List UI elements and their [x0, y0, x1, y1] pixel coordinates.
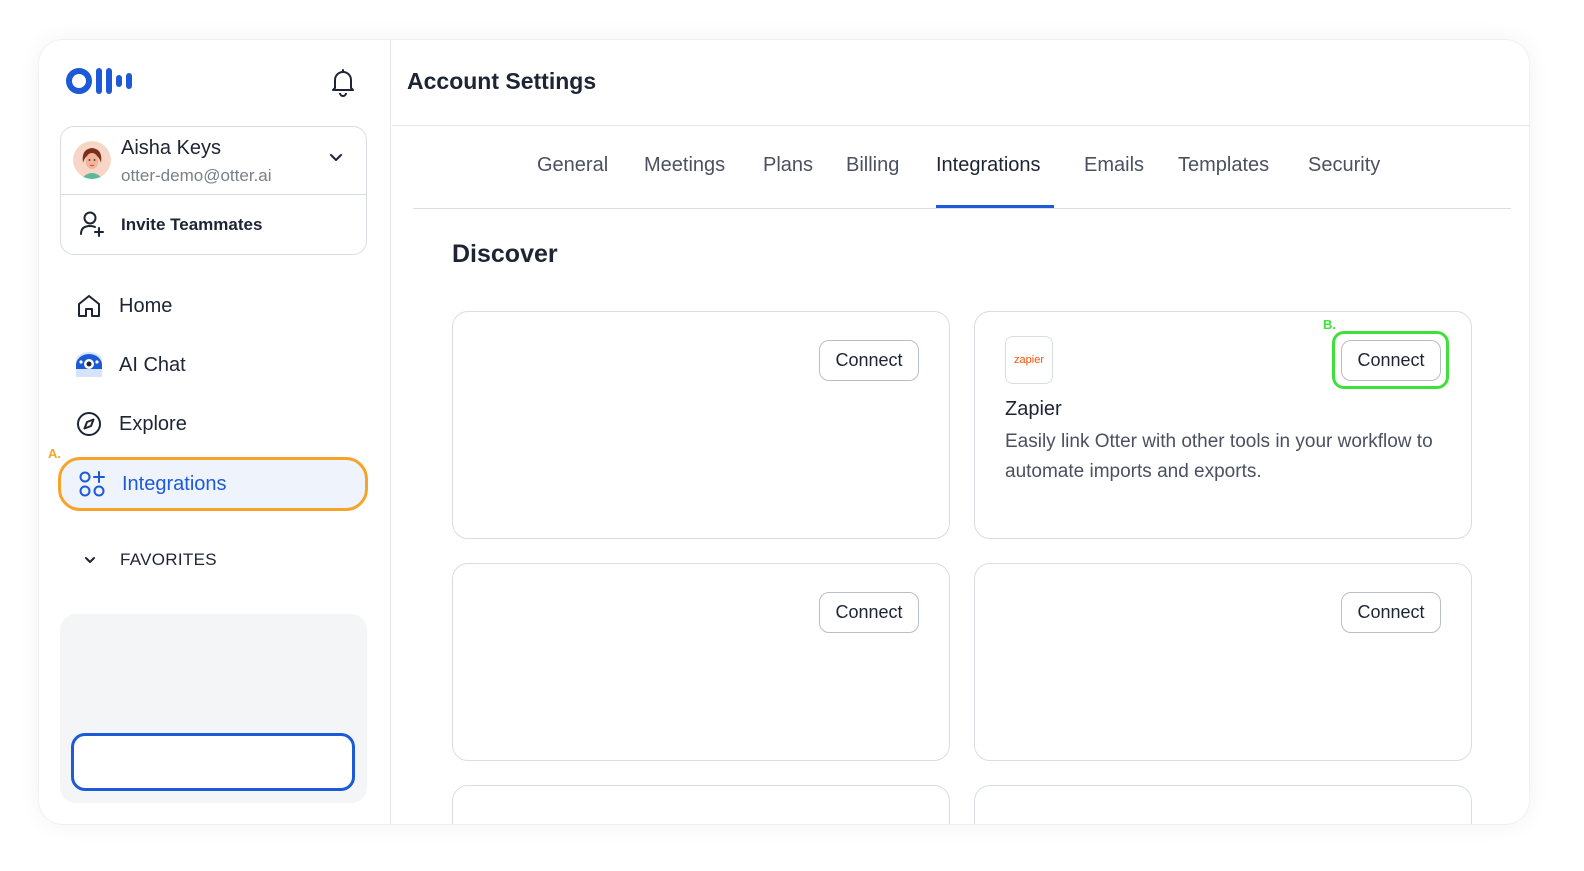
tab-integrations[interactable]: Integrations [936, 154, 1041, 177]
tab-billing[interactable]: Billing [846, 154, 899, 177]
main-content: Account Settings General Meetings Plans … [392, 40, 1529, 824]
connect-button[interactable]: Connect [819, 340, 919, 381]
sidebar: Aisha Keys otter-demo@otter.ai Invite Te… [39, 40, 391, 824]
zapier-logo-icon: zapier [1005, 336, 1053, 384]
sidebar-item-ai-chat[interactable]: AI Chat [75, 345, 365, 385]
settings-tabs: General Meetings Plans Billing Integrati… [413, 126, 1511, 209]
account-card-divider [61, 194, 366, 195]
account-email: otter-demo@otter.ai [121, 166, 272, 185]
tab-security[interactable]: Security [1308, 154, 1380, 177]
discover-heading: Discover [452, 240, 558, 268]
page-title: Account Settings [407, 68, 597, 94]
avatar [73, 141, 111, 179]
favorites-toggle[interactable]: FAVORITES [82, 550, 217, 570]
app-window: Aisha Keys otter-demo@otter.ai Invite Te… [39, 40, 1529, 824]
promo-button[interactable] [71, 733, 355, 791]
sidebar-item-label: AI Chat [119, 353, 186, 376]
sidebar-item-explore[interactable]: Explore [75, 404, 365, 444]
sidebar-item-label: Integrations [122, 472, 227, 495]
sidebar-item-label: Explore [119, 412, 187, 435]
compass-icon [77, 412, 101, 436]
tab-emails[interactable]: Emails [1084, 154, 1144, 177]
integration-name: Zapier [1005, 398, 1062, 420]
home-icon [78, 295, 100, 317]
annotation-label-a: A. [48, 446, 61, 461]
connect-button[interactable]: Connect [1341, 340, 1441, 381]
zapier-logo-text: zapier [1014, 354, 1044, 366]
favorites-label: FAVORITES [120, 550, 217, 569]
account-name: Aisha Keys [121, 137, 222, 159]
tab-meetings[interactable]: Meetings [644, 154, 725, 177]
chevron-down-icon[interactable] [327, 149, 345, 167]
integrations-icon [79, 471, 105, 497]
promo-panel [60, 614, 367, 803]
tab-plans[interactable]: Plans [763, 154, 813, 177]
connect-button[interactable]: Connect [819, 592, 919, 633]
tab-templates[interactable]: Templates [1178, 154, 1269, 177]
chevron-down-icon [85, 557, 95, 563]
integration-description: Easily link Otter with other tools in yo… [1005, 431, 1433, 482]
connect-button[interactable]: Connect [1341, 592, 1441, 633]
otter-logo-icon[interactable] [66, 67, 138, 95]
sidebar-item-label: Home [119, 294, 173, 317]
bell-icon[interactable] [327, 66, 359, 98]
account-switcher[interactable]: Aisha Keys otter-demo@otter.ai Invite Te… [60, 126, 367, 255]
invite-teammates-button[interactable]: Invite Teammates [121, 215, 262, 235]
active-tab-indicator [936, 205, 1054, 208]
sidebar-item-integrations[interactable]: Integrations [58, 457, 368, 511]
integration-card: Connect [452, 311, 950, 539]
tab-general[interactable]: General [537, 154, 608, 177]
add-user-icon [80, 211, 104, 237]
ai-chat-icon [76, 352, 102, 377]
annotation-label-b: B. [1323, 317, 1336, 332]
integration-card [452, 785, 950, 824]
integration-card: Connect [974, 563, 1472, 761]
sidebar-item-home[interactable]: Home [75, 286, 365, 326]
integration-card: Connect [452, 563, 950, 761]
integration-card [974, 785, 1472, 824]
integration-card-zapier: zapier B. Connect Zapier Easily link Ott… [974, 311, 1472, 539]
